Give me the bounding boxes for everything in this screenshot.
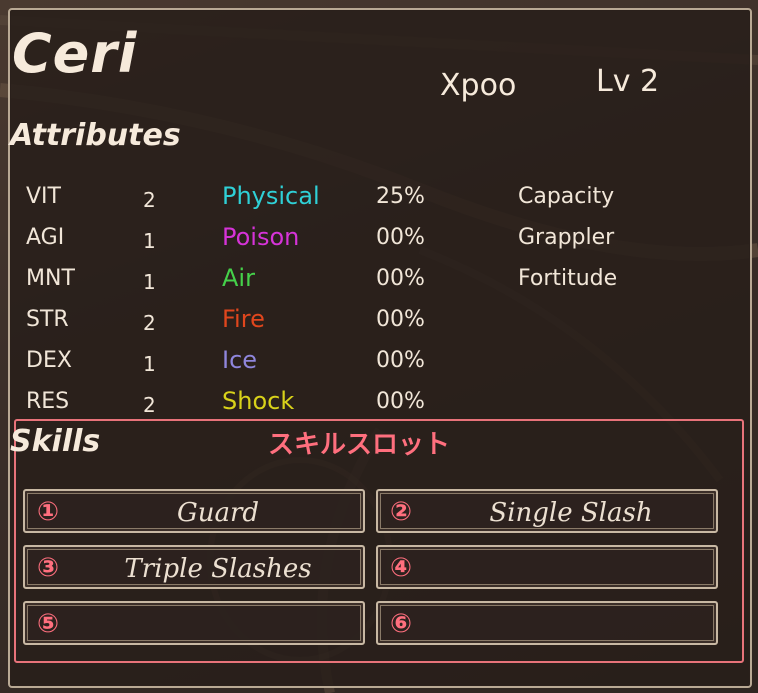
stat-value-agi: 1 — [143, 229, 156, 253]
stat-label-res: RES — [26, 389, 70, 414]
stat-value-vit: 2 — [143, 188, 156, 212]
skill-slot-3[interactable]: ③ Triple Slashes — [23, 545, 365, 589]
resist-label-ice: Ice — [222, 346, 258, 374]
skill-slot-1[interactable]: ① Guard — [23, 489, 365, 533]
stat-value-mnt: 1 — [143, 270, 156, 294]
skill-slot-5[interactable]: ⑤ — [23, 601, 365, 645]
skill-name-1: Guard — [176, 498, 260, 528]
stat-value-res: 2 — [143, 393, 156, 417]
trait-fortitude: Fortitude — [518, 266, 618, 291]
stat-label-vit: VIT — [26, 184, 61, 209]
slot-number-2: ② — [390, 497, 413, 527]
resist-value-fire: 00% — [376, 307, 425, 332]
stat-label-agi: AGI — [26, 225, 65, 250]
slot-number-5: ⑤ — [37, 609, 60, 639]
trait-grappler: Grappler — [518, 225, 615, 250]
resist-label-fire: Fire — [222, 305, 265, 333]
resist-label-physical: Physical — [222, 182, 320, 210]
resist-label-poison: Poison — [222, 223, 300, 251]
character-name: Ceri — [12, 22, 138, 85]
slot-number-3: ③ — [37, 553, 60, 583]
character-level: Lv 2 — [596, 64, 660, 99]
resist-value-poison: 00% — [376, 225, 425, 250]
resist-label-shock: Shock — [222, 387, 295, 415]
stat-value-str: 2 — [143, 311, 156, 335]
resist-value-ice: 00% — [376, 348, 425, 373]
stat-value-dex: 1 — [143, 352, 156, 376]
slot-number-6: ⑥ — [390, 609, 413, 639]
slot-number-1: ① — [37, 497, 60, 527]
stat-label-str: STR — [26, 307, 69, 332]
slot-number-4: ④ — [390, 553, 413, 583]
skill-slot-6[interactable]: ⑥ — [376, 601, 718, 645]
skill-name-3: Triple Slashes — [124, 554, 312, 584]
resist-value-shock: 00% — [376, 389, 425, 414]
trait-capacity: Capacity — [518, 184, 615, 209]
attributes-heading: Attributes — [10, 118, 181, 153]
resist-value-physical: 25% — [376, 184, 425, 209]
resist-label-air: Air — [222, 264, 255, 292]
player-name: Xpoo — [440, 68, 517, 103]
skill-slot-annotation: スキルスロット — [268, 430, 451, 460]
skill-slot-2[interactable]: ② Single Slash — [376, 489, 718, 533]
skills-heading: Skills — [10, 424, 101, 459]
stat-label-dex: DEX — [26, 348, 72, 373]
skill-slot-4[interactable]: ④ — [376, 545, 718, 589]
resist-value-air: 00% — [376, 266, 425, 291]
skill-name-2: Single Slash — [489, 498, 653, 528]
stat-label-mnt: MNT — [26, 266, 75, 291]
